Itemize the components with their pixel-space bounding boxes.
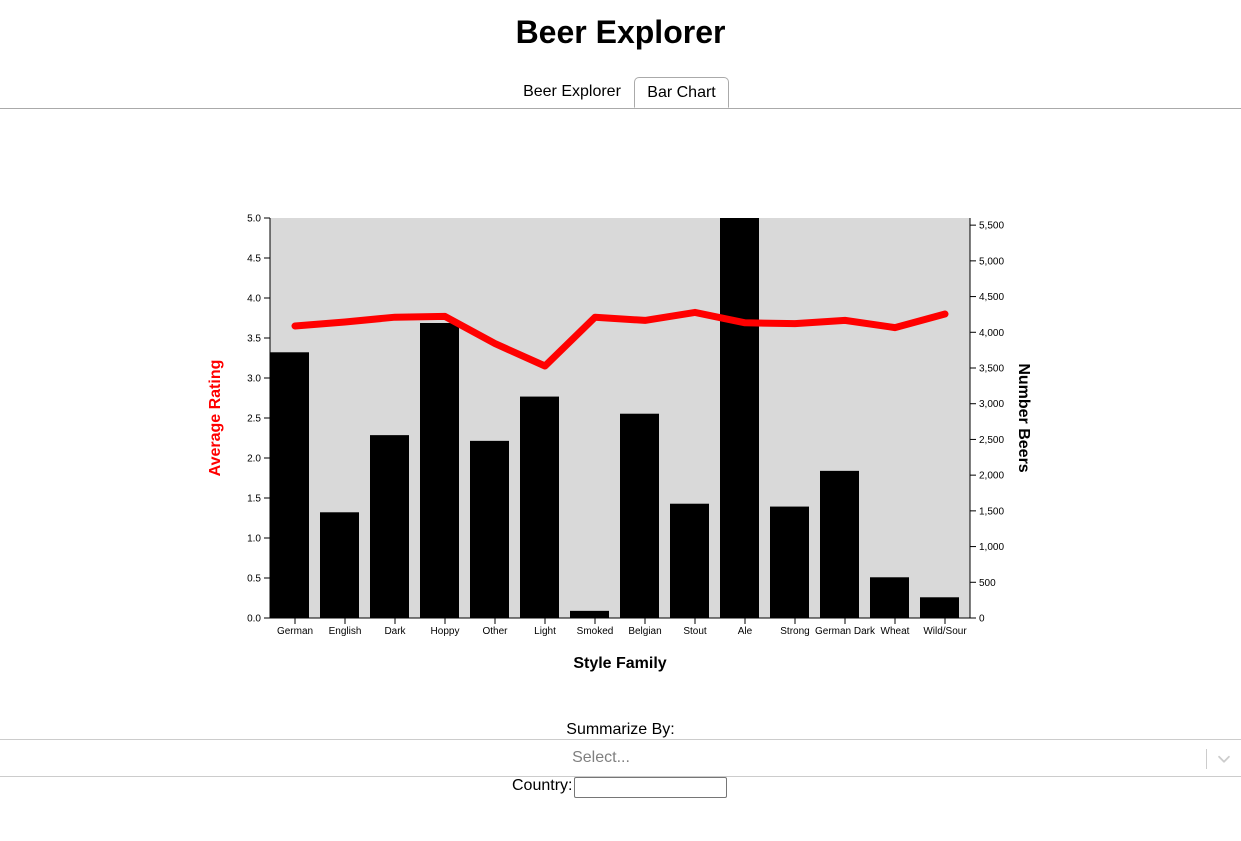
bar xyxy=(870,577,909,618)
bar xyxy=(470,440,509,618)
right-axis-tick-label: 5,000 xyxy=(979,256,1004,267)
left-axis-tick-label: 4.5 xyxy=(247,254,261,265)
x-axis-title: Style Family xyxy=(573,655,666,672)
left-axis-tick-label: 1.0 xyxy=(247,534,261,545)
bar xyxy=(620,413,659,618)
country-input[interactable] xyxy=(574,777,727,798)
right-axis-tick-label: 0 xyxy=(979,614,985,625)
bar xyxy=(520,396,559,618)
summarize-select[interactable]: Select... xyxy=(0,739,1241,777)
tab-beer-explorer[interactable]: Beer Explorer xyxy=(511,77,633,107)
left-axis-tick-label: 3.0 xyxy=(247,374,261,385)
left-axis: 0.0 0.5 1.0 1.5 2.0 2.5 3.0 3.5 4.0 4.5 5.0 xyxy=(247,214,271,625)
x-axis-tick-label: Smoked xyxy=(577,626,614,637)
bar xyxy=(720,218,759,618)
x-axis-tick-label: Hoppy xyxy=(431,626,460,637)
right-axis-tick-label: 1,500 xyxy=(979,506,1004,517)
summarize-label: Summarize By: xyxy=(566,721,675,738)
right-axis-tick-label: 4,500 xyxy=(979,292,1004,303)
x-axis-tick-label: Other xyxy=(482,626,508,637)
right-axis-tick-label: 500 xyxy=(979,578,996,589)
right-axis-tick-label: 2,000 xyxy=(979,471,1004,482)
x-axis: German English Dark Hoppy Other Light Smoked Be… xyxy=(270,617,970,637)
x-axis-tick-label: Belgian xyxy=(628,626,661,637)
bar xyxy=(570,610,609,618)
left-axis-tick-label: 2.5 xyxy=(247,414,261,425)
right-axis-tick-label: 5,500 xyxy=(979,221,1004,232)
x-axis-tick-label: German xyxy=(277,626,313,637)
country-label: Country: xyxy=(512,777,573,794)
left-axis-tick-label: 3.5 xyxy=(247,334,261,345)
left-axis-tick-label: 0.5 xyxy=(247,574,261,585)
bar xyxy=(770,506,809,618)
left-axis-tick-label: 1.5 xyxy=(247,494,261,505)
bar xyxy=(370,435,409,618)
x-axis-tick-label: Light xyxy=(534,626,556,637)
bar xyxy=(420,323,459,618)
bar-chart: 0.0 0.5 1.0 1.5 2.0 2.5 3.0 3.5 4.0 4.5 5.0 0 500 1,… xyxy=(207,214,1032,673)
chevron-down-icon[interactable] xyxy=(1214,750,1234,768)
page-title: Beer Explorer xyxy=(515,14,726,50)
tab-bar: Beer Explorer Bar Chart xyxy=(0,77,1241,109)
select-placeholder: Select... xyxy=(572,749,630,766)
x-axis-tick-label: German Dark xyxy=(815,626,876,637)
x-axis-tick-label: Dark xyxy=(384,626,406,637)
x-axis-tick-label: Wild/Sour xyxy=(923,626,967,637)
x-axis-tick-label: Wheat xyxy=(881,626,910,637)
left-axis-tick-label: 5.0 xyxy=(247,214,261,225)
right-axis-tick-label: 3,500 xyxy=(979,364,1004,375)
left-axis-title: Average Rating xyxy=(207,360,224,477)
right-axis-tick-label: 1,000 xyxy=(979,542,1004,553)
left-axis-tick-label: 0.0 xyxy=(247,614,261,625)
bar xyxy=(820,470,859,618)
bar xyxy=(920,597,959,618)
right-axis-tick-label: 4,000 xyxy=(979,328,1004,339)
right-axis-tick-label: 3,000 xyxy=(979,399,1004,410)
select-separator xyxy=(1206,749,1207,769)
x-axis-tick-label: English xyxy=(329,626,362,637)
left-axis-tick-label: 4.0 xyxy=(247,294,261,305)
x-axis-tick-label: Ale xyxy=(738,626,753,637)
right-axis-title: Number Beers xyxy=(1015,363,1032,472)
right-axis: 0 500 1,000 1,500 2,000 2,500 3,000 3,500 4,000 4… xyxy=(969,218,1004,625)
bar xyxy=(270,352,309,618)
bar xyxy=(320,512,359,618)
bar xyxy=(670,503,709,618)
right-axis-tick-label: 2,500 xyxy=(979,435,1004,446)
x-axis-tick-label: Stout xyxy=(683,626,707,637)
left-axis-tick-label: 2.0 xyxy=(247,454,261,465)
tab-bar-chart[interactable]: Bar Chart xyxy=(634,77,729,108)
x-axis-tick-label: Strong xyxy=(780,626,809,637)
